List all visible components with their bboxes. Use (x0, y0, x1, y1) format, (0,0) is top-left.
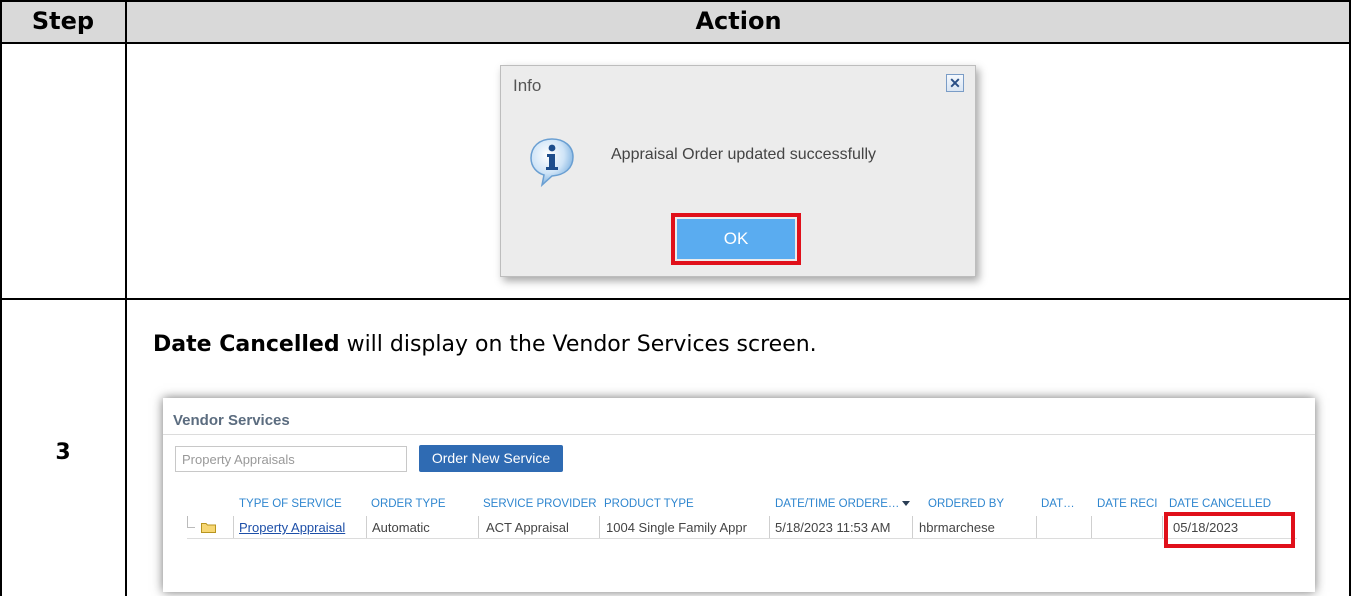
date-cancelled-highlight-box (1164, 512, 1295, 548)
cell-divider (1162, 516, 1163, 538)
col-dat[interactable]: DAT… (1041, 498, 1075, 510)
header-action: Action (695, 7, 782, 35)
order-type-value: Automatic (372, 520, 430, 535)
order-new-service-button[interactable]: Order New Service (419, 445, 563, 472)
tree-connector-h (187, 527, 195, 528)
type-of-service-link[interactable]: Property Appraisal (239, 520, 345, 535)
table-border-header (0, 42, 1351, 44)
vendor-services-title: Vendor Services (173, 412, 290, 429)
col-product-type[interactable]: PRODUCT TYPE (604, 498, 694, 510)
close-icon[interactable]: ✕ (946, 74, 964, 92)
instruction-bold: Date Cancelled (153, 332, 340, 357)
cell-divider (912, 516, 913, 538)
dialog-title: Info (513, 76, 542, 95)
title-divider (163, 434, 1315, 435)
col-date-time-ordered-label: DATE/TIME ORDERE… (775, 498, 900, 510)
table-border-col (125, 0, 127, 596)
info-icon (530, 138, 574, 188)
cell-divider (1091, 516, 1092, 538)
ok-button[interactable]: OK (677, 219, 795, 259)
cell-divider (366, 516, 367, 538)
date-time-ordered-value: 5/18/2023 11:53 AM (775, 520, 891, 535)
instruction-text: Date Cancelled will display on the Vendo… (153, 332, 817, 357)
cell-divider (1036, 516, 1037, 538)
folder-icon[interactable] (201, 522, 216, 533)
step-number: 3 (55, 440, 71, 465)
col-order-type[interactable]: ORDER TYPE (371, 498, 446, 510)
product-type-value: 1004 Single Family Appr (606, 520, 747, 535)
sort-desc-icon (902, 501, 911, 507)
col-date-received[interactable]: DATE RECI (1097, 498, 1158, 510)
vendor-services-panel: Vendor Services Property Appraisals Orde… (163, 398, 1315, 592)
row-divider (187, 538, 1297, 539)
ordered-by-value: hbrmarchese (919, 520, 995, 535)
col-service-provider[interactable]: SERVICE PROVIDER (483, 498, 597, 510)
table-border-row (0, 298, 1351, 300)
service-provider-value: ACT Appraisal (486, 520, 569, 535)
search-input[interactable]: Property Appraisals (175, 446, 407, 472)
dialog-message: Appraisal Order updated successfully (611, 146, 877, 163)
cell-divider (478, 516, 479, 538)
instruction-rest: will display on the Vendor Services scre… (339, 332, 817, 357)
col-ordered-by[interactable]: ORDERED BY (928, 498, 1004, 510)
info-dialog: Info ✕ Appraisal Order updated successfu… (500, 65, 976, 277)
header-step: Step (31, 7, 95, 35)
table-border-left (0, 0, 2, 596)
cell-divider (599, 516, 600, 538)
col-date-time-ordered[interactable]: DATE/TIME ORDERE… (775, 498, 911, 510)
table-border-top (0, 0, 1351, 2)
col-date-cancelled[interactable]: DATE CANCELLED (1169, 498, 1271, 510)
cell-divider (233, 516, 234, 538)
col-type-of-service[interactable]: TYPE OF SERVICE (239, 498, 342, 510)
cell-divider (769, 516, 770, 538)
